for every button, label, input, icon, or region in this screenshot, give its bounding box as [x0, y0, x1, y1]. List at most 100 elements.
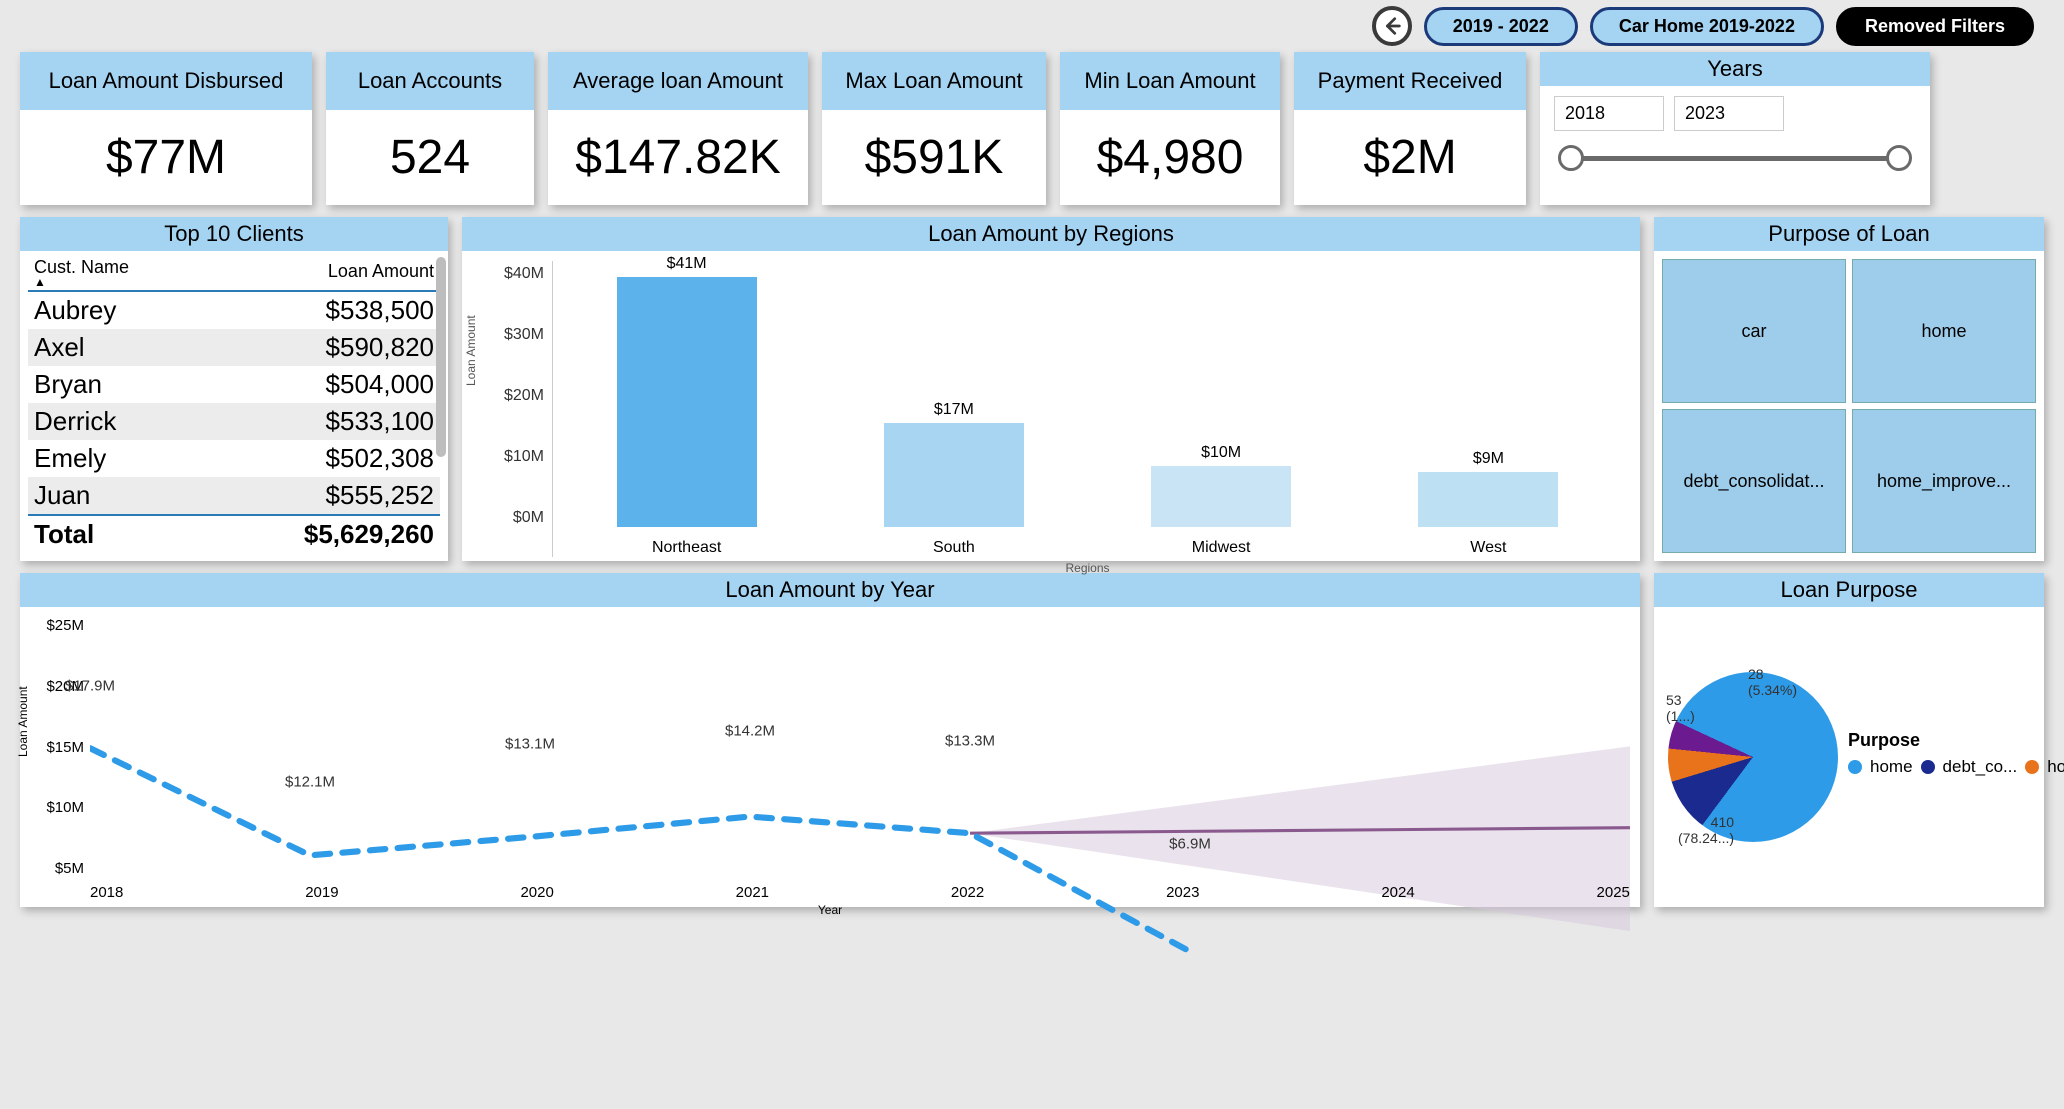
panel-title: Loan Amount by Year: [20, 573, 1640, 607]
bar-column[interactable]: $41M: [612, 255, 762, 527]
x-axis-label: Year: [818, 903, 842, 917]
filter-pill-removed[interactable]: Removed Filters: [1836, 7, 2034, 46]
purpose-tile-homeimp[interactable]: home_improve...: [1852, 409, 2036, 553]
legend-swatch: [2025, 760, 2039, 774]
bar-label: $10M: [1201, 444, 1241, 462]
card-max: Max Loan Amount $591K: [822, 52, 1046, 205]
card-value: $2M: [1294, 110, 1526, 205]
col-header-name[interactable]: Cust. Name▲: [28, 255, 205, 291]
top-bar: 2019 - 2022 Car Home 2019-2022 Removed F…: [20, 6, 2044, 46]
cell-name: Aubrey: [28, 291, 205, 329]
x-tick: 2024: [1381, 884, 1414, 901]
cell-name: Axel: [28, 329, 205, 366]
table-row[interactable]: Bryan$504,000: [28, 366, 440, 403]
x-tick: West: [1413, 539, 1563, 557]
col-header-amount[interactable]: Loan Amount: [205, 255, 440, 291]
y-tick: $40M: [480, 265, 544, 283]
card-accounts: Loan Accounts 524: [326, 52, 534, 205]
y-tick: $0M: [480, 509, 544, 527]
y-tick: $30M: [480, 326, 544, 344]
table-row[interactable]: Juan$555,252: [28, 477, 440, 515]
table-row[interactable]: Emely$502,308: [28, 440, 440, 477]
year-slider[interactable]: [1562, 145, 1908, 171]
slider-knob-end[interactable]: [1886, 145, 1912, 171]
clients-table: Cust. Name▲ Loan Amount Aubrey$538,500Ax…: [28, 255, 440, 553]
card-payment: Payment Received $2M: [1294, 52, 1526, 205]
cell-amount: $555,252: [205, 477, 440, 515]
bar-column[interactable]: $17M: [879, 401, 1029, 527]
y-axis: $40M$30M$20M$10M$0M: [480, 261, 552, 557]
y-axis-label: Loan Amount: [16, 686, 30, 757]
y-tick: $25M: [30, 617, 84, 634]
bar-label: $41M: [667, 255, 707, 273]
x-tick: 2021: [736, 884, 769, 901]
bar-label: $9M: [1473, 450, 1504, 468]
yearchart-panel: Loan Amount by Year Loan Amount $25M$20M…: [20, 573, 1640, 907]
y-tick: $5M: [30, 860, 84, 877]
panel-title: Loan Amount by Regions: [462, 217, 1640, 251]
purpose-tile-debt[interactable]: debt_consolidat...: [1662, 409, 1846, 553]
cell-amount: $502,308: [205, 440, 440, 477]
filter-pill-carhome[interactable]: Car Home 2019-2022: [1590, 7, 1824, 46]
card-value: $4,980: [1060, 110, 1280, 205]
y-tick: $20M: [480, 387, 544, 405]
card-value: $147.82K: [548, 110, 808, 205]
back-button[interactable]: [1372, 6, 1412, 46]
pie-panel: Loan Purpose 410(78.24...) 53(1...) 28(5…: [1654, 573, 2044, 907]
bar: [617, 277, 757, 527]
bar-plot[interactable]: $41M$17M$10M$9M NortheastSouthMidwestWes…: [552, 261, 1622, 557]
cell-name: Bryan: [28, 366, 205, 403]
kpi-row: Loan Amount Disbursed $77M Loan Accounts…: [20, 52, 2044, 205]
pie-chart[interactable]: 410(78.24...) 53(1...) 28(5.34%): [1668, 672, 1838, 842]
purpose-tile-car[interactable]: car: [1662, 259, 1846, 403]
card-value: 524: [326, 110, 534, 205]
data-label: $14.2M: [725, 722, 775, 739]
table-row[interactable]: Derrick$533,100: [28, 403, 440, 440]
legend-label: home: [1870, 757, 1913, 777]
filter-pill-years[interactable]: 2019 - 2022: [1424, 7, 1578, 46]
x-tick: 2020: [520, 884, 553, 901]
cell-amount: $590,820: [205, 329, 440, 366]
card-title: Max Loan Amount: [822, 52, 1046, 110]
cell-amount: $504,000: [205, 366, 440, 403]
card-title: Loan Accounts: [326, 52, 534, 110]
x-axis-label: Regions: [1065, 561, 1109, 575]
data-label: $13.1M: [505, 735, 555, 752]
legend-title: Purpose: [1848, 730, 2064, 751]
slider-track: [1562, 156, 1908, 161]
bar-column[interactable]: $10M: [1146, 444, 1296, 527]
x-axis: NortheastSouthMidwestWest: [553, 539, 1622, 557]
purpose-tile-home[interactable]: home: [1852, 259, 2036, 403]
card-title: Years: [1540, 52, 1930, 86]
pie-legend: Purpose homedebt_co...home_i...car: [1848, 730, 2064, 785]
y-axis-label: Loan Amount: [464, 315, 478, 386]
bar: [1151, 466, 1291, 527]
slider-knob-start[interactable]: [1558, 145, 1584, 171]
x-tick: Midwest: [1146, 539, 1296, 557]
line-plot[interactable]: Loan Amount $25M$20M$15M$10M$5M $17.9M$1…: [20, 607, 1640, 907]
card-value: $77M: [20, 110, 312, 205]
legend-item[interactable]: home: [1848, 757, 1913, 777]
card-title: Payment Received: [1294, 52, 1526, 110]
cell-amount: $538,500: [205, 291, 440, 329]
x-tick: 2019: [305, 884, 338, 901]
data-label: $17.9M: [65, 678, 115, 695]
pie-label-home: 410(78.24...): [1678, 814, 1734, 846]
table-row[interactable]: Axel$590,820: [28, 329, 440, 366]
legend-label: debt_co...: [1943, 757, 2018, 777]
scrollbar[interactable]: [436, 257, 446, 457]
table-row[interactable]: Aubrey$538,500: [28, 291, 440, 329]
data-label: $12.1M: [285, 773, 335, 790]
year-from-input[interactable]: [1554, 96, 1664, 131]
cell-name: Derrick: [28, 403, 205, 440]
bar-column[interactable]: $9M: [1413, 450, 1563, 527]
legend-item[interactable]: debt_co...: [1921, 757, 2018, 777]
year-to-input[interactable]: [1674, 96, 1784, 131]
legend-swatch: [1848, 760, 1862, 774]
data-label: $13.3M: [945, 733, 995, 750]
legend-label: home_i...: [2047, 757, 2064, 777]
arrow-left-icon: [1381, 15, 1403, 37]
x-tick: 2018: [90, 884, 123, 901]
total-value: $5,629,260: [205, 515, 440, 553]
legend-item[interactable]: home_i...: [2025, 757, 2064, 777]
